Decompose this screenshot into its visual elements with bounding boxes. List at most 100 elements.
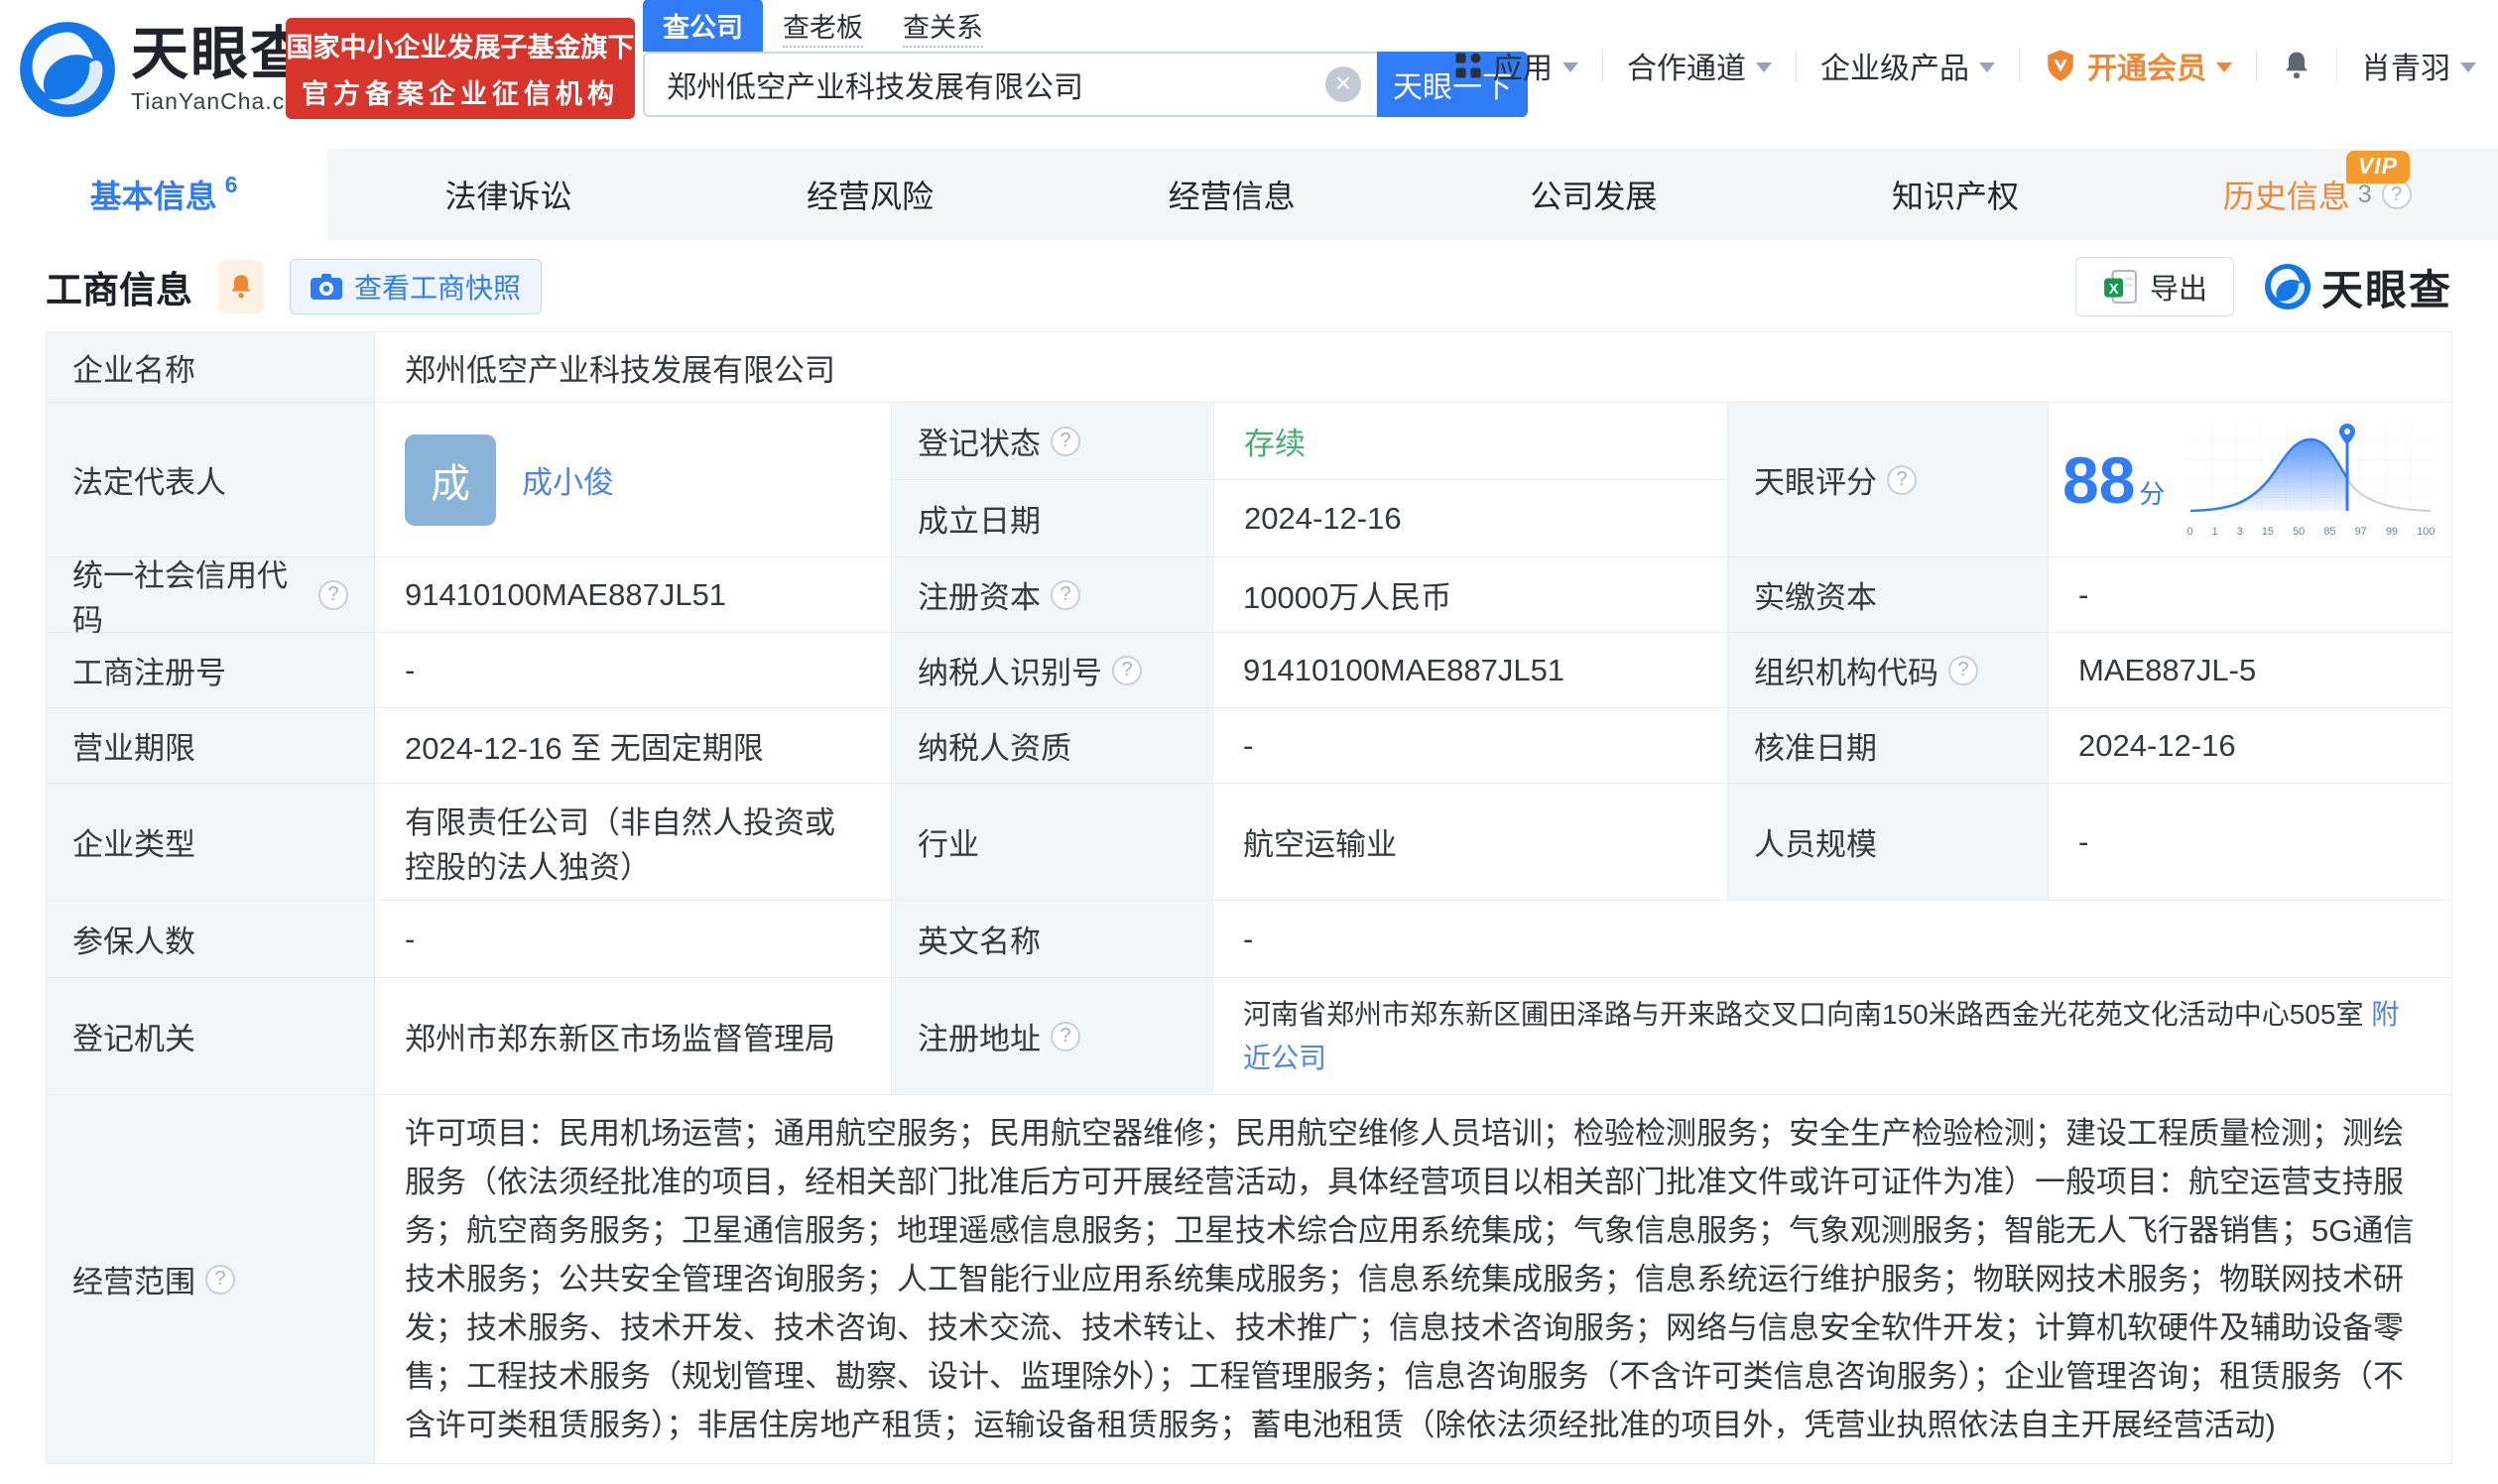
svg-text:X: X	[2109, 282, 2119, 298]
tab-company-development[interactable]: 公司发展	[1413, 149, 1775, 240]
search-tab-relation[interactable]: 查关系	[883, 0, 1003, 52]
field-label: 注册地址	[891, 978, 1212, 1094]
table-row: 法定代表人 成 成小俊 登记状态 存续 成立日期 2024-12-16 天眼评分…	[47, 402, 2451, 556]
help-icon[interactable]	[1112, 656, 1142, 685]
help-icon[interactable]	[205, 1265, 235, 1295]
staff-size-value: -	[2048, 784, 2451, 900]
apps-grid-icon	[1453, 51, 1483, 80]
table-row: 统一社会信用代码 91410100MAE887JL51 注册资本 10000万人…	[47, 556, 2451, 632]
reg-address-value: 河南省郑州市郑东新区圃田泽路与开来路交叉口向南150米路西金光花苑文化活动中心5…	[1212, 978, 2451, 1094]
clear-icon[interactable]	[1325, 66, 1361, 102]
gov-badge-line2: 官方备案企业征信机构	[302, 72, 619, 111]
paid-capital-value: -	[2048, 557, 2451, 632]
table-row: 工商注册号 - 纳税人识别号 91410100MAE887JL51 组织机构代码…	[47, 632, 2451, 707]
table-row: 企业类型 有限责任公司（非自然人投资或控股的法人独资） 行业 航空运输业 人员规…	[47, 783, 2451, 900]
field-label: 成立日期	[892, 480, 1213, 556]
reg-capital-value: 10000万人民币	[1212, 557, 1727, 632]
reg-number-value: -	[374, 633, 891, 707]
field-label: 天眼评分	[1727, 403, 2048, 556]
tab-basic-info[interactable]: 基本信息6	[0, 149, 327, 240]
score-value: 88	[2062, 443, 2135, 517]
tab-legal-proceedings[interactable]: 法律诉讼	[327, 149, 689, 240]
nav-apps[interactable]: 应用	[1453, 44, 1578, 87]
subscribe-bell-button[interactable]	[218, 260, 264, 313]
credit-code-value: 91410100MAE887JL51	[374, 557, 891, 632]
help-icon[interactable]	[1051, 1022, 1080, 1051]
field-label: 核准日期	[1727, 708, 2048, 783]
tab-operating-info[interactable]: 经营信息	[1051, 149, 1413, 240]
company-type-value: 有限责任公司（非自然人投资或控股的法人独资）	[374, 784, 891, 900]
field-label: 工商注册号	[47, 633, 374, 707]
score-distribution-chart: 0131550859799100	[2186, 422, 2435, 538]
tab-history-info[interactable]: VIP 历史信息 3	[2136, 149, 2498, 240]
help-icon[interactable]	[1051, 427, 1080, 456]
avatar[interactable]: 成	[405, 434, 496, 526]
search-tabs: 查公司 查老板 查关系	[643, 6, 1528, 52]
nav-open-membership[interactable]: 开通会员	[2044, 44, 2232, 87]
establish-date-value: 2024-12-16	[1213, 480, 1727, 556]
nav-enterprise-products[interactable]: 企业级产品	[1820, 44, 1995, 87]
insured-count-value: -	[374, 901, 891, 977]
help-icon[interactable]	[318, 580, 348, 610]
divider	[2019, 50, 2020, 81]
help-icon[interactable]	[1948, 656, 1978, 685]
nav-cooperation[interactable]: 合作通道	[1627, 44, 1772, 87]
field-label: 经营范围	[47, 1095, 374, 1463]
business-term-value: 2024-12-16 至 无固定期限	[374, 708, 891, 783]
tab-operating-risk[interactable]: 经营风险	[689, 149, 1052, 240]
tyc-watermark-icon	[2264, 263, 2311, 310]
tab-intellectual-property[interactable]: 知识产权	[1775, 149, 2137, 240]
field-label: 法定代表人	[47, 403, 374, 556]
tab-count: 3	[2358, 181, 2372, 209]
table-row: 企业名称 郑州低空产业科技发展有限公司	[47, 332, 2451, 402]
score-cell: 88分	[2048, 403, 2451, 556]
reg-authority-value: 郑州市郑东新区市场监督管理局	[374, 978, 891, 1094]
tyc-logo-icon	[18, 20, 117, 119]
chevron-down-icon	[1562, 62, 1578, 72]
search-tab-company[interactable]: 查公司	[643, 0, 763, 52]
camera-icon	[311, 273, 342, 301]
section-head: 工商信息 查看工商快照 X 导出	[46, 256, 2452, 317]
tianyancha-logo[interactable]: 天眼查 TianYanCha.com	[18, 20, 318, 119]
gov-certification-badge: 国家中小企业发展子基金旗下 官方备案企业征信机构	[286, 18, 635, 119]
field-label: 统一社会信用代码	[47, 557, 374, 632]
business-info-table: 企业名称 郑州低空产业科技发展有限公司 法定代表人 成 成小俊 登记状态 存续 …	[46, 331, 2452, 1464]
help-icon[interactable]	[1887, 465, 1917, 495]
snapshot-button[interactable]: 查看工商快照	[290, 259, 542, 314]
field-label: 登记状态	[892, 403, 1213, 479]
top-nav: 应用 合作通道 企业级产品 开通会员 肖青羽	[1453, 44, 2476, 87]
search-input[interactable]	[645, 67, 1377, 101]
help-icon[interactable]	[1051, 580, 1080, 610]
business-scope-value: 许可项目：民用机场运营；通用航空服务；民用航空器维修；民用航空维修人员培训；检验…	[374, 1095, 2451, 1463]
chevron-down-icon	[2460, 62, 2476, 72]
industry-value: 航空运输业	[1212, 784, 1727, 900]
field-label: 行业	[891, 784, 1212, 900]
divider	[1602, 50, 1603, 81]
company-name-value: 郑州低空产业科技发展有限公司	[374, 332, 2451, 402]
taxpayer-id-value: 91410100MAE887JL51	[1212, 633, 1727, 707]
nav-user[interactable]: 肖青羽	[2361, 44, 2476, 87]
field-label: 人员规模	[1727, 784, 2048, 900]
table-row: 营业期限 2024-12-16 至 无固定期限 纳税人资质 - 核准日期 202…	[47, 707, 2451, 783]
field-label: 参保人数	[47, 901, 374, 977]
tab-count: 6	[225, 172, 238, 198]
field-label: 营业期限	[47, 708, 374, 783]
gov-badge-line1: 国家中小企业发展子基金旗下	[287, 26, 635, 64]
nav-notifications[interactable]	[2281, 49, 2312, 82]
notification-bell-icon	[227, 272, 255, 302]
english-name-value: -	[1212, 901, 2451, 977]
org-code-value: MAE887JL-5	[2048, 633, 2451, 707]
legal-rep-link[interactable]: 成小俊	[522, 457, 614, 502]
divider	[2336, 50, 2337, 81]
bell-icon	[2281, 49, 2312, 82]
search-input-wrap	[643, 52, 1377, 117]
topbar: 天眼查 TianYanCha.com 国家中小企业发展子基金旗下 官方备案企业征…	[0, 0, 2498, 149]
main-tabbar: 基本信息6 法律诉讼 经营风险 经营信息 公司发展 知识产权 VIP 历史信息 …	[0, 149, 2498, 240]
divider	[2256, 50, 2257, 81]
export-button[interactable]: X 导出	[2075, 257, 2234, 316]
help-icon[interactable]	[2382, 180, 2412, 209]
vip-badge: VIP	[2346, 151, 2410, 184]
search-tab-boss[interactable]: 查老板	[763, 0, 883, 52]
legal-rep-cell: 成 成小俊	[374, 403, 891, 556]
field-label: 组织机构代码	[1727, 633, 2048, 707]
